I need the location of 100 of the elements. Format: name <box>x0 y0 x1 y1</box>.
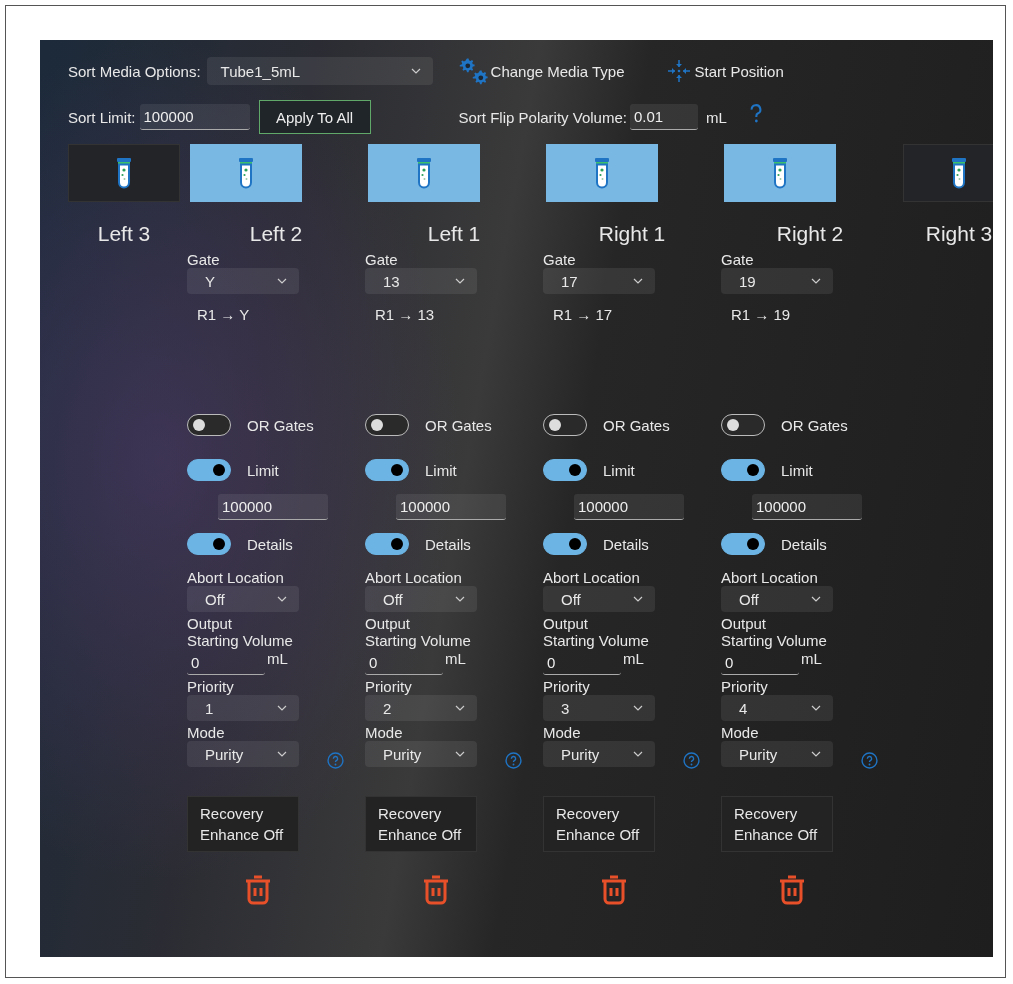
field-label: Gate <box>721 251 754 268</box>
field-label: Output <box>187 615 233 632</box>
field-label: Gate <box>365 251 398 268</box>
mode-dropdown[interactable]: Purity <box>187 741 299 767</box>
trash-icon <box>600 874 628 906</box>
or-gates-toggle[interactable] <box>187 414 231 436</box>
media-dropdown[interactable]: Tube1_5mL <box>206 57 433 85</box>
volume-field[interactable]: 0 <box>187 651 265 675</box>
position-label: Right 3 <box>925 222 993 247</box>
help-icon <box>861 752 878 769</box>
gate-dropdown[interactable]: 19 <box>721 268 833 294</box>
chevron-icon <box>811 751 821 757</box>
volume-field[interactable]: 0 <box>543 651 621 675</box>
mode-dropdown[interactable]: Purity <box>543 741 655 767</box>
priority-dropdown[interactable]: 3 <box>543 695 655 721</box>
recovery-enhance-button[interactable]: Recovery Enhance Off <box>543 796 655 852</box>
or-gates-toggle[interactable] <box>365 414 409 436</box>
route-text: R1 → Y <box>196 306 250 324</box>
route-text: R1 → 13 <box>374 306 435 324</box>
chevron-icon <box>811 278 821 284</box>
gate-dropdown[interactable]: 13 <box>365 268 477 294</box>
limit-toggle[interactable] <box>543 459 587 481</box>
route-text: R1 → 19 <box>730 306 791 324</box>
position-label: Left 1 <box>426 222 482 247</box>
field-label: Starting Volume <box>721 632 827 649</box>
position-label: Right 2 <box>775 222 845 247</box>
priority-dropdown[interactable]: 2 <box>365 695 477 721</box>
trash-icon <box>422 874 450 906</box>
apply-to-all-button[interactable]: Apply To All <box>258 100 371 134</box>
unit-label: mL <box>705 108 727 126</box>
priority-dropdown[interactable]: 4 <box>721 695 833 721</box>
trash-icon <box>778 874 806 906</box>
volume-field[interactable]: 0 <box>721 651 799 675</box>
chevron-icon <box>633 751 643 757</box>
sort-limit-label: Sort Limit: <box>68 108 136 126</box>
flip-volume-label: Sort Flip Polarity Volume: <box>458 108 627 126</box>
test-tube-icon <box>415 157 433 189</box>
help-icon <box>327 752 344 769</box>
test-tube-icon <box>950 157 968 189</box>
tube-tile[interactable] <box>368 144 480 202</box>
limit-toggle[interactable] <box>721 459 765 481</box>
chevron-icon <box>811 596 821 602</box>
field-label: Mode <box>721 724 759 741</box>
recovery-enhance-button[interactable]: Recovery Enhance Off <box>187 796 299 852</box>
chevron-icon <box>410 68 421 74</box>
unit-label: mL <box>445 651 466 667</box>
test-tube-icon <box>593 157 611 189</box>
field-label: Gate <box>543 251 576 268</box>
chevron-icon <box>455 705 465 711</box>
priority-dropdown[interactable]: 1 <box>187 695 299 721</box>
recovery-enhance-button[interactable]: Recovery Enhance Off <box>365 796 477 852</box>
field-label: Mode <box>365 724 403 741</box>
abort-location-dropdown[interactable]: Off <box>721 586 833 612</box>
toggle-label: Details <box>603 535 649 553</box>
tube-tile[interactable] <box>68 144 180 202</box>
abort-location-dropdown[interactable]: Off <box>187 586 299 612</box>
chevron-icon <box>455 596 465 602</box>
toggle-label: Limit <box>603 461 635 479</box>
abort-location-dropdown[interactable]: Off <box>543 586 655 612</box>
chevron-icon <box>277 596 287 602</box>
or-gates-toggle[interactable] <box>543 414 587 436</box>
toggle-label: Limit <box>247 461 279 479</box>
tube-tile[interactable] <box>190 144 302 202</box>
details-toggle[interactable] <box>365 533 409 555</box>
field-label: Output <box>543 615 589 632</box>
details-toggle[interactable] <box>721 533 765 555</box>
field-label: Abort Location <box>187 569 284 586</box>
volume-field[interactable]: 0 <box>365 651 443 675</box>
field-label: Output <box>365 615 411 632</box>
chevron-icon <box>277 278 287 284</box>
or-gates-toggle[interactable] <box>721 414 765 436</box>
route-text: R1 → 17 <box>552 306 613 324</box>
mode-dropdown[interactable]: Purity <box>365 741 477 767</box>
start-position-button[interactable]: Start Position <box>666 59 784 83</box>
tube-tile[interactable] <box>546 144 658 202</box>
recovery-enhance-button[interactable]: Recovery Enhance Off <box>721 796 833 852</box>
gate-dropdown[interactable]: Y <box>187 268 299 294</box>
field-label: Priority <box>543 678 590 695</box>
chevron-icon <box>455 278 465 284</box>
tube-tile[interactable] <box>903 144 993 202</box>
trash-icon <box>244 874 272 906</box>
field-label: Priority <box>365 678 412 695</box>
help-icon <box>505 752 522 769</box>
limit-toggle[interactable] <box>187 459 231 481</box>
toggle-label: OR Gates <box>247 416 314 434</box>
details-toggle[interactable] <box>543 533 587 555</box>
field-label: Priority <box>721 678 768 695</box>
chevron-icon <box>633 705 643 711</box>
toggle-label: Limit <box>425 461 457 479</box>
toggle-label: Limit <box>781 461 813 479</box>
abort-location-dropdown[interactable]: Off <box>365 586 477 612</box>
limit-toggle[interactable] <box>365 459 409 481</box>
field-label: Mode <box>543 724 581 741</box>
details-toggle[interactable] <box>187 533 231 555</box>
tube-tile[interactable] <box>724 144 836 202</box>
test-tube-icon <box>115 157 133 189</box>
mode-dropdown[interactable]: Purity <box>721 741 833 767</box>
toggle-label: OR Gates <box>781 416 848 434</box>
gate-dropdown[interactable]: 17 <box>543 268 655 294</box>
change-media-type-button[interactable]: Change Media Type <box>458 53 625 89</box>
